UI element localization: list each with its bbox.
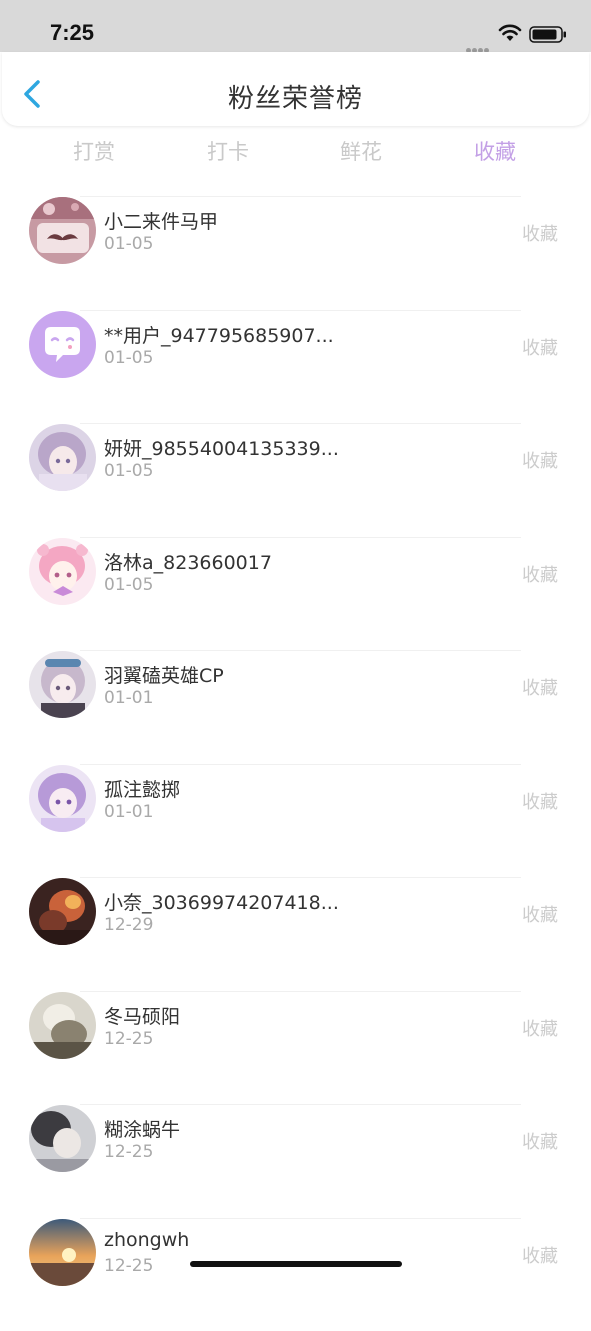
- avatar[interactable]: [29, 311, 96, 378]
- list-item[interactable]: 孤注懿掷 01-01 收藏: [0, 764, 591, 877]
- page-title: 粉丝荣誉榜: [227, 84, 363, 114]
- list-item[interactable]: 小奈_30369974207418... 12-29 收藏: [0, 877, 591, 990]
- divider: [80, 877, 521, 878]
- list-item[interactable]: 小二来件马甲 01-05 收藏: [0, 196, 591, 309]
- favorite-date: 12-25: [104, 1029, 154, 1049]
- favorite-date: 12-29: [104, 915, 154, 935]
- battery-icon: [529, 26, 566, 43]
- tab-reward[interactable]: 打赏: [39, 136, 149, 166]
- favorite-date: 01-01: [104, 802, 154, 822]
- avatar[interactable]: [29, 765, 96, 832]
- avatar[interactable]: [29, 197, 96, 264]
- favorite-date: 01-05: [104, 575, 154, 595]
- user-name: zhongwh: [104, 1229, 190, 1251]
- sunset-avatar-image: [29, 1219, 96, 1286]
- favorite-date: 01-05: [104, 234, 154, 254]
- favorite-date: 01-05: [104, 461, 154, 481]
- user-name: 小二来件马甲: [104, 211, 219, 233]
- list-item[interactable]: zhongwh 12-25 收藏: [0, 1218, 591, 1331]
- user-name: 糊涂蜗牛: [104, 1119, 181, 1141]
- anime-girl-avatar-image: [29, 765, 96, 832]
- user-name: 妍妍_98554004135339...: [104, 438, 339, 460]
- tab-favorites[interactable]: 收藏: [440, 136, 550, 166]
- anime-girl-avatar-image: [29, 651, 96, 718]
- favorite-date: 12-25: [104, 1256, 154, 1276]
- nav-bar: 粉丝荣誉榜: [2, 52, 589, 126]
- photo-avatar-image: [29, 992, 96, 1059]
- user-name: 小奈_30369974207418...: [104, 892, 339, 914]
- avatar[interactable]: [29, 651, 96, 718]
- divider: [80, 196, 521, 197]
- list-item[interactable]: 冬马硕阳 12-25 收藏: [0, 991, 591, 1104]
- user-name: **用户_947795685907...: [104, 325, 334, 347]
- list-item[interactable]: 洛林a_823660017 01-05 收藏: [0, 537, 591, 650]
- favorite-date: 01-05: [104, 348, 154, 368]
- favorite-label: 收藏: [522, 678, 558, 699]
- divider: [80, 991, 521, 992]
- avatar[interactable]: [29, 424, 96, 491]
- divider: [80, 423, 521, 424]
- favorite-label: 收藏: [522, 1246, 558, 1267]
- avatar[interactable]: [29, 1219, 96, 1286]
- divider: [80, 764, 521, 765]
- list-item[interactable]: 妍妍_98554004135339... 01-05 收藏: [0, 423, 591, 536]
- avatar[interactable]: [29, 992, 96, 1059]
- photo-avatar-image: [29, 878, 96, 945]
- tab-flowers[interactable]: 鲜花: [306, 136, 416, 166]
- divider: [80, 537, 521, 538]
- avatar[interactable]: [29, 538, 96, 605]
- list-item[interactable]: 糊涂蜗牛 12-25 收藏: [0, 1104, 591, 1217]
- list-item[interactable]: 羽翼磕英雄CP 01-01 收藏: [0, 650, 591, 763]
- user-name: 洛林a_823660017: [104, 552, 272, 574]
- list-item[interactable]: **用户_947795685907... 01-05 收藏: [0, 310, 591, 423]
- favorite-label: 收藏: [522, 224, 558, 245]
- user-name: 孤注懿掷: [104, 779, 181, 801]
- favorite-label: 收藏: [522, 905, 558, 926]
- tab-bar: 打赏 打卡 鲜花 收藏: [0, 136, 591, 172]
- avatar[interactable]: [29, 1105, 96, 1172]
- divider: [80, 650, 521, 651]
- avatar[interactable]: [29, 878, 96, 945]
- user-name: 羽翼磕英雄CP: [104, 665, 224, 687]
- divider: [80, 310, 521, 311]
- status-bar: 7:25: [0, 0, 591, 53]
- favorite-label: 收藏: [522, 1132, 558, 1153]
- tab-checkin[interactable]: 打卡: [173, 136, 283, 166]
- favorite-date: 12-25: [104, 1142, 154, 1162]
- home-indicator[interactable]: [190, 1261, 402, 1267]
- favorite-label: 收藏: [522, 338, 558, 359]
- status-time: 7:25: [50, 20, 95, 45]
- mustache-avatar-image: [29, 197, 96, 264]
- anime-girl-avatar-image: [29, 424, 96, 491]
- divider: [80, 1104, 521, 1105]
- anime-girl-avatar-image: [29, 538, 96, 605]
- favorite-date: 01-01: [104, 688, 154, 708]
- favorite-label: 收藏: [522, 451, 558, 472]
- photo-avatar-image: [29, 1105, 96, 1172]
- user-name: 冬马硕阳: [104, 1006, 181, 1028]
- chat-bubble-avatar-image: [29, 311, 96, 378]
- favorite-label: 收藏: [522, 792, 558, 813]
- divider: [80, 1218, 521, 1219]
- wifi-icon: [498, 24, 522, 41]
- favorite-label: 收藏: [522, 565, 558, 586]
- favorite-label: 收藏: [522, 1019, 558, 1040]
